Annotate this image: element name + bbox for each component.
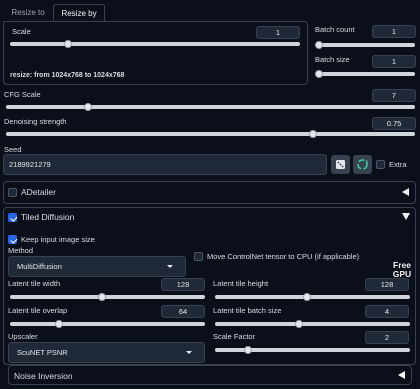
keep-input-size-label: Keep input image size: [21, 235, 95, 244]
seed-input[interactable]: 2189921279: [3, 154, 327, 175]
upscaler-value: ScuNET PSNR: [17, 348, 68, 357]
adetailer-title: ADetailer: [21, 187, 56, 197]
batch-size-slider[interactable]: [315, 70, 415, 78]
scale-input[interactable]: 1: [256, 26, 300, 39]
latent-tile-height-slider[interactable]: [215, 293, 410, 301]
batch-size-label: Batch size: [315, 55, 350, 64]
free-gpu-button[interactable]: Free GPU: [388, 261, 416, 279]
latent-tile-height-slider-thumb[interactable]: [302, 293, 311, 301]
scale-slider-thumb[interactable]: [64, 40, 72, 48]
latent-tile-batch-size-slider-thumb[interactable]: [294, 320, 303, 328]
denoising-label: Denoising strength: [4, 117, 67, 126]
cfg-scale-slider-thumb[interactable]: [83, 103, 92, 111]
method-label: Method: [8, 246, 34, 255]
scale-factor-label: Scale Factor: [213, 332, 256, 341]
cfg-scale-label: CFG Scale: [4, 90, 41, 99]
cfg-scale-input[interactable]: 7: [372, 89, 416, 102]
extra-seed-checkbox[interactable]: [376, 160, 385, 169]
method-value: MultiDiffusion: [17, 262, 62, 271]
scale-label: Scale: [12, 27, 31, 36]
latent-tile-overlap-input[interactable]: 64: [161, 305, 205, 318]
denoising-slider-thumb[interactable]: [308, 130, 317, 138]
batch-size-slider-thumb[interactable]: [315, 70, 323, 78]
latent-tile-batch-size-input[interactable]: 4: [365, 305, 409, 318]
tiled-diffusion-expand-icon[interactable]: [402, 213, 410, 220]
latent-tile-width-label: Latent tile width: [8, 279, 61, 288]
extra-seed-label: Extra: [389, 160, 407, 169]
batch-count-slider[interactable]: [315, 41, 415, 49]
denoising-input[interactable]: 0.75: [372, 117, 416, 130]
adetailer-accordion[interactable]: [3, 181, 416, 204]
upscaler-label: Upscaler: [8, 332, 38, 341]
dice-icon: [336, 160, 345, 169]
latent-tile-overlap-slider-thumb[interactable]: [54, 320, 63, 328]
keep-input-size-checkbox[interactable]: [8, 235, 17, 244]
tiled-diffusion-checkbox[interactable]: [8, 213, 17, 222]
tiled-diffusion-title: Tiled Diffusion: [21, 212, 75, 222]
denoising-slider[interactable]: [6, 130, 415, 138]
recycle-icon: [357, 159, 368, 170]
batch-count-slider-thumb[interactable]: [315, 41, 323, 49]
tab-bar: Resize to Resize by: [3, 4, 308, 22]
latent-tile-width-slider[interactable]: [10, 293, 205, 301]
tab-resize-by[interactable]: Resize by: [53, 4, 105, 22]
latent-tile-overlap-label: Latent tile overlap: [8, 306, 68, 315]
latent-tile-height-input[interactable]: 128: [365, 278, 409, 291]
scale-slider[interactable]: [10, 40, 300, 48]
batch-size-input[interactable]: 1: [372, 55, 416, 68]
seed-label: Seed: [4, 145, 22, 154]
batch-count-label: Batch count: [315, 25, 355, 34]
latent-tile-height-label: Latent tile height: [213, 279, 269, 288]
adetailer-checkbox[interactable]: [8, 188, 17, 197]
chevron-down-icon: [186, 351, 192, 354]
scale-factor-input[interactable]: 2: [365, 331, 409, 344]
upscaler-select[interactable]: ScuNET PSNR: [8, 342, 205, 363]
latent-tile-width-slider-thumb[interactable]: [97, 293, 106, 301]
latent-tile-batch-size-label: Latent tile batch size: [213, 306, 282, 315]
move-controlnet-checkbox[interactable]: [194, 252, 203, 261]
batch-count-input[interactable]: 1: [372, 25, 416, 38]
latent-tile-width-input[interactable]: 128: [161, 278, 205, 291]
resize-info: resize: from 1024x768 to 1024x768: [10, 72, 125, 79]
method-select[interactable]: MultiDiffusion: [8, 256, 186, 277]
cfg-scale-slider[interactable]: [6, 103, 415, 111]
reuse-seed-button[interactable]: [353, 155, 372, 174]
scale-factor-slider[interactable]: [215, 346, 410, 354]
move-controlnet-label: Move ControlNet tensor to CPU (if applic…: [207, 252, 360, 261]
chevron-down-icon: [167, 265, 173, 268]
tab-resize-to[interactable]: Resize to: [3, 4, 53, 22]
adetailer-collapse-icon[interactable]: [402, 188, 409, 196]
latent-tile-batch-size-slider[interactable]: [215, 320, 410, 328]
random-seed-button[interactable]: [331, 155, 350, 174]
noise-inversion-title: Noise Inversion: [14, 371, 73, 381]
latent-tile-overlap-slider[interactable]: [10, 320, 205, 328]
noise-inversion-collapse-icon[interactable]: [398, 371, 405, 379]
